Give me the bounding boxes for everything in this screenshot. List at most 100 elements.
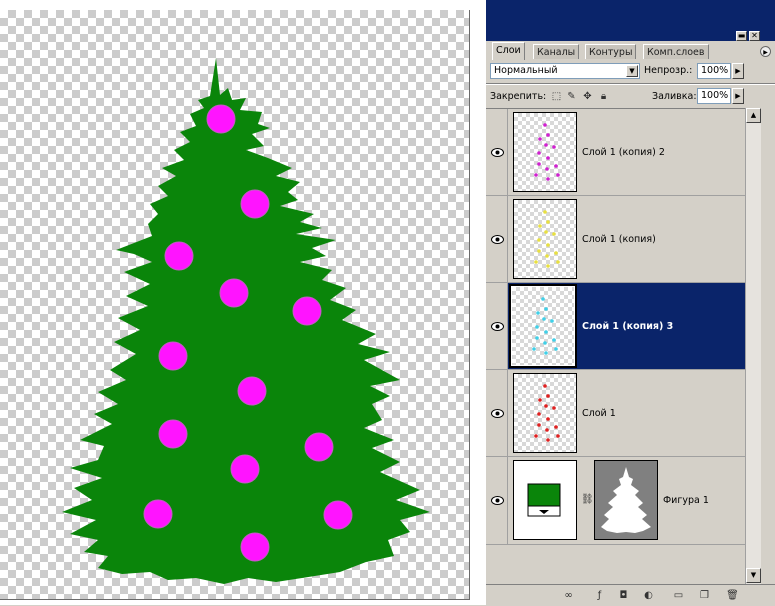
lock-all-icon[interactable]: 🔒︎ — [598, 91, 609, 102]
lock-position-icon[interactable]: ✥ — [582, 91, 593, 102]
panel-tabs: Слои Каналы Контуры Комп.слоев ▶ — [486, 41, 775, 60]
fill-slider-button[interactable]: ▶ — [732, 88, 744, 104]
ornament-dot — [543, 123, 547, 127]
layer-name[interactable]: Слой 1 (копия) 2 — [582, 147, 665, 158]
ornament-dot — [537, 151, 541, 155]
tab-channels[interactable]: Каналы — [533, 44, 580, 59]
layer-dots-preview — [534, 123, 560, 181]
ornament-dot — [556, 173, 560, 177]
tab-paths[interactable]: Контуры — [585, 44, 637, 59]
ornament-dot — [535, 336, 539, 340]
ornament-dot — [535, 325, 539, 329]
ornament-dot — [552, 338, 556, 342]
eye-icon — [491, 148, 504, 157]
lock-fill-row: Закрепить: ⬚ ✎ ✥ 🔒︎ Заливка: 100% ▶ — [486, 87, 775, 107]
layer-name[interactable]: Слой 1 (копия) — [582, 234, 656, 245]
ornament-dot — [538, 137, 542, 141]
lock-pixels-icon[interactable]: ✎ — [566, 91, 577, 102]
layer-name[interactable]: Фигура 1 — [663, 495, 709, 506]
ornament-dot — [544, 404, 548, 408]
new-layer-icon[interactable]: ❐ — [698, 589, 711, 602]
trash-icon[interactable]: 🗑︎ — [726, 589, 739, 602]
ornament-dot — [544, 330, 548, 334]
ornament — [158, 341, 188, 371]
layers-scrollbar[interactable]: ▲ ▼ — [745, 108, 761, 584]
visibility-toggle[interactable] — [486, 109, 508, 195]
opacity-slider-button[interactable]: ▶ — [732, 63, 744, 79]
workspace-gap — [470, 0, 486, 605]
ornament-dot — [552, 145, 556, 149]
ornament-dot — [544, 143, 548, 147]
layer-dots-preview — [532, 297, 558, 355]
layer-style-icon[interactable]: ƒ — [593, 589, 606, 602]
ornament-dot — [546, 438, 550, 442]
lock-transparency-icon[interactable]: ⬚ — [551, 91, 562, 102]
document-canvas[interactable] — [0, 10, 470, 600]
ornament-dot — [546, 177, 550, 181]
ornament — [240, 189, 270, 219]
layer-row[interactable]: Слой 1 (копия) 2 — [486, 109, 745, 196]
fill-input[interactable]: 100% — [697, 88, 731, 104]
chevron-down-icon[interactable]: ▼ — [626, 65, 638, 77]
visibility-toggle[interactable] — [486, 283, 508, 369]
panel-titlebar[interactable]: ▬ ✕ — [486, 0, 775, 41]
link-icon[interactable]: ⛓ — [581, 494, 594, 505]
fill-label: Заливка: — [652, 91, 697, 102]
visibility-toggle[interactable] — [486, 196, 508, 282]
blend-mode-value: Нормальный — [494, 65, 558, 76]
scroll-down-button[interactable]: ▼ — [746, 568, 761, 583]
eye-icon — [491, 496, 504, 505]
layer-name[interactable]: Слой 1 (копия) 3 — [582, 321, 673, 332]
layer-row[interactable]: ⛓ Фигура 1 — [486, 457, 745, 545]
layer-thumbnail — [509, 284, 577, 368]
new-group-icon[interactable]: ▭ — [672, 589, 685, 602]
ornament — [219, 278, 249, 308]
layer-row[interactable]: Слой 1 (копия) — [486, 196, 745, 283]
christmas-tree-artwork — [62, 58, 430, 584]
ornament-dot — [544, 230, 548, 234]
opacity-label: Непрозр.: — [644, 65, 693, 76]
ornament-dot — [538, 398, 542, 402]
panel-menu-icon[interactable]: ▶ — [760, 46, 771, 57]
eye-icon — [491, 409, 504, 418]
visibility-toggle[interactable] — [486, 370, 508, 456]
ornament-dot — [545, 254, 549, 258]
adjustment-layer-icon[interactable]: ◐ — [642, 589, 655, 602]
visibility-toggle[interactable] — [486, 457, 508, 544]
ornament-dot — [546, 264, 550, 268]
ornament-dot — [542, 317, 546, 321]
layer-thumbnail — [513, 373, 577, 453]
ornament-dot — [537, 249, 541, 253]
layer-row[interactable]: Слой 1 — [486, 370, 745, 457]
ornament-dot — [546, 220, 550, 224]
layer-thumbnail — [513, 199, 577, 279]
blend-mode-select[interactable]: Нормальный ▼ — [490, 63, 640, 79]
ornament-dot — [544, 307, 548, 311]
ornament-dot — [543, 341, 547, 345]
scroll-up-button[interactable]: ▲ — [746, 108, 761, 123]
minimize-button[interactable]: ▬ — [736, 31, 747, 41]
tab-layers[interactable]: Слои — [492, 42, 525, 60]
link-layers-icon[interactable]: ∞ — [562, 589, 575, 602]
layer-dots-preview — [534, 384, 560, 442]
ornament-dot — [537, 238, 541, 242]
tree-mask-icon — [601, 467, 651, 533]
tree-shape — [62, 58, 430, 584]
layer-name[interactable]: Слой 1 — [582, 408, 616, 419]
eye-icon — [491, 322, 504, 331]
layers-panel: ▬ ✕ Слои Каналы Контуры Комп.слоев ▶ Нор… — [486, 0, 775, 606]
fill-color-icon — [527, 483, 561, 517]
tab-layer-comps[interactable]: Комп.слоев — [643, 44, 709, 59]
ornament — [237, 376, 267, 406]
ornament-dot — [537, 423, 541, 427]
ornament-dot — [543, 210, 547, 214]
close-button[interactable]: ✕ — [749, 31, 760, 41]
document-canvas-area[interactable] — [0, 0, 470, 605]
opacity-input[interactable]: 100% — [697, 63, 731, 79]
ornament-dot — [545, 428, 549, 432]
eye-icon — [491, 235, 504, 244]
layer-row-selected[interactable]: Слой 1 (копия) 3 — [486, 283, 745, 370]
add-mask-icon[interactable]: ◘ — [617, 589, 630, 602]
ornament-dot — [532, 347, 536, 351]
ornament-dot — [545, 167, 549, 171]
